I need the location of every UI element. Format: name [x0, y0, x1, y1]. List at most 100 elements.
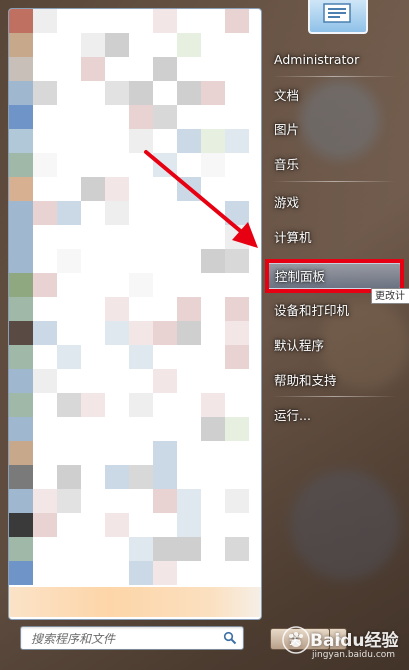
menu-item-documents[interactable]: 文档	[266, 83, 401, 109]
mosaic-cell	[105, 249, 129, 273]
tooltip: 更改计	[371, 288, 409, 304]
mosaic-cell	[105, 105, 129, 129]
mosaic-cell	[201, 441, 225, 465]
search-icon[interactable]	[223, 631, 237, 645]
user-picture[interactable]	[308, 0, 368, 34]
mosaic-cell	[201, 537, 225, 561]
mosaic-cell	[153, 441, 177, 465]
mosaic-cell	[57, 153, 81, 177]
mosaic-cell	[81, 537, 105, 561]
mosaic-cell	[177, 9, 201, 33]
mosaic-cell	[33, 537, 57, 561]
menu-item-music[interactable]: 音乐	[266, 152, 401, 178]
mosaic-cell	[129, 177, 153, 201]
mosaic-cell	[225, 561, 249, 585]
mosaic-cell	[9, 153, 33, 177]
mosaic-cell	[9, 513, 33, 537]
search-input[interactable]: 搜索程序和文件	[20, 626, 244, 650]
mosaic-cell	[81, 369, 105, 393]
mosaic-cell	[153, 105, 177, 129]
menu-item-run[interactable]: 运行...	[266, 403, 401, 429]
mosaic-cell	[57, 105, 81, 129]
mosaic-cell	[129, 273, 153, 297]
menu-item-computer[interactable]: 计算机	[266, 225, 401, 251]
mosaic-cell	[9, 33, 33, 57]
mosaic-cell	[153, 81, 177, 105]
mosaic-cell	[105, 273, 129, 297]
programs-panel[interactable]	[8, 8, 262, 620]
mosaic-cell	[201, 225, 225, 249]
menu-divider	[272, 396, 396, 397]
mosaic-cell	[33, 57, 57, 81]
mosaic-cell	[57, 225, 81, 249]
mosaic-cell	[33, 297, 57, 321]
menu-item-default-programs[interactable]: 默认程序	[266, 333, 401, 359]
mosaic-cell	[33, 9, 57, 33]
mosaic-cell	[225, 177, 249, 201]
mosaic-cell	[33, 273, 57, 297]
all-programs-bar[interactable]	[9, 587, 261, 617]
mosaic-cell	[225, 513, 249, 537]
mosaic-cell	[33, 153, 57, 177]
mosaic-cell	[81, 33, 105, 57]
mosaic-cell	[225, 489, 249, 513]
mosaic-cell	[9, 297, 33, 321]
menu-item-pictures[interactable]: 图片	[266, 117, 401, 143]
mosaic-cell	[81, 321, 105, 345]
mosaic-cell	[177, 57, 201, 81]
menu-item-games[interactable]: 游戏	[266, 190, 401, 216]
mosaic-cell	[129, 537, 153, 561]
mosaic-cell	[177, 417, 201, 441]
mosaic-cell	[225, 129, 249, 153]
mosaic-cell	[9, 57, 33, 81]
mosaic-cell	[33, 33, 57, 57]
mosaic-cell	[177, 201, 201, 225]
mosaic-cell	[153, 537, 177, 561]
mosaic-cell	[225, 153, 249, 177]
mosaic-cell	[9, 273, 33, 297]
mosaic-cell	[153, 513, 177, 537]
mosaic-cell	[225, 345, 249, 369]
mosaic-cell	[225, 249, 249, 273]
mosaic-cell	[153, 393, 177, 417]
mosaic-cell	[153, 561, 177, 585]
mosaic-cell	[81, 225, 105, 249]
mosaic-cell	[105, 129, 129, 153]
mosaic-cell	[105, 297, 129, 321]
mosaic-cell	[201, 321, 225, 345]
mosaic-cell	[153, 249, 177, 273]
mosaic-cell	[33, 225, 57, 249]
mosaic-cell	[105, 465, 129, 489]
mosaic-cell	[225, 9, 249, 33]
mosaic-cell	[57, 81, 81, 105]
mosaic-cell	[201, 177, 225, 201]
menu-item-help-support[interactable]: 帮助和支持	[266, 368, 401, 394]
mosaic-cell	[201, 393, 225, 417]
mosaic-cell	[9, 465, 33, 489]
mosaic-cell	[105, 57, 129, 81]
mosaic-cell	[225, 105, 249, 129]
mosaic-cell	[177, 153, 201, 177]
mosaic-cell	[201, 153, 225, 177]
mosaic-cell	[81, 57, 105, 81]
user-picture-icon	[323, 3, 351, 23]
mosaic-cell	[153, 465, 177, 489]
mosaic-cell	[129, 201, 153, 225]
mosaic-cell	[201, 465, 225, 489]
mosaic-cell	[153, 153, 177, 177]
mosaic-cell	[177, 537, 201, 561]
mosaic-cell	[225, 537, 249, 561]
mosaic-cell	[33, 369, 57, 393]
baidu-paw-icon	[282, 626, 310, 654]
mosaic-cell	[177, 489, 201, 513]
mosaic-cell	[177, 177, 201, 201]
mosaic-cell	[201, 249, 225, 273]
mosaic-cell	[9, 105, 33, 129]
mosaic-cell	[177, 81, 201, 105]
mosaic-cell	[9, 249, 33, 273]
mosaic-cell	[33, 129, 57, 153]
mosaic-cell	[33, 465, 57, 489]
menu-item-user[interactable]: Administrator	[266, 47, 401, 73]
mosaic-cell	[177, 561, 201, 585]
mosaic-cell	[105, 201, 129, 225]
